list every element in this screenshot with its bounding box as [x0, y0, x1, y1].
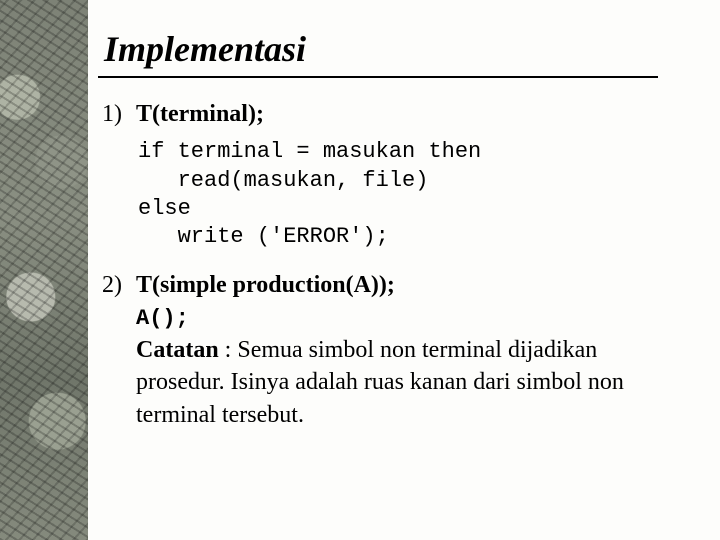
slide: Implementasi 1) T(terminal); if terminal…	[0, 0, 720, 540]
sidebar-stone-texture	[0, 0, 88, 540]
item-2-number: 2)	[102, 269, 130, 301]
item-1-code: if terminal = masukan then read(masukan,…	[138, 138, 686, 251]
item-2-note-label: Catatan	[136, 337, 219, 363]
title-underline	[98, 76, 658, 78]
implementation-list: 1) T(terminal); if terminal = masukan th…	[102, 98, 686, 431]
item-1-head: 1) T(terminal);	[102, 98, 686, 130]
item-2-head: 2) T(simple production(A));	[102, 269, 686, 301]
slide-title: Implementasi	[104, 28, 686, 70]
slide-content: Implementasi 1) T(terminal); if terminal…	[88, 0, 720, 540]
item-1-number: 1)	[102, 98, 130, 130]
list-item-1: 1) T(terminal); if terminal = masukan th…	[102, 98, 686, 251]
item-2-call: A();	[136, 306, 189, 331]
item-1-title: T(terminal);	[136, 101, 264, 127]
item-2-body: A(); Catatan : Semua simbol non terminal…	[136, 301, 656, 431]
list-item-2: 2) T(simple production(A)); A(); Catatan…	[102, 269, 686, 431]
item-2-title: T(simple production(A));	[136, 272, 395, 298]
